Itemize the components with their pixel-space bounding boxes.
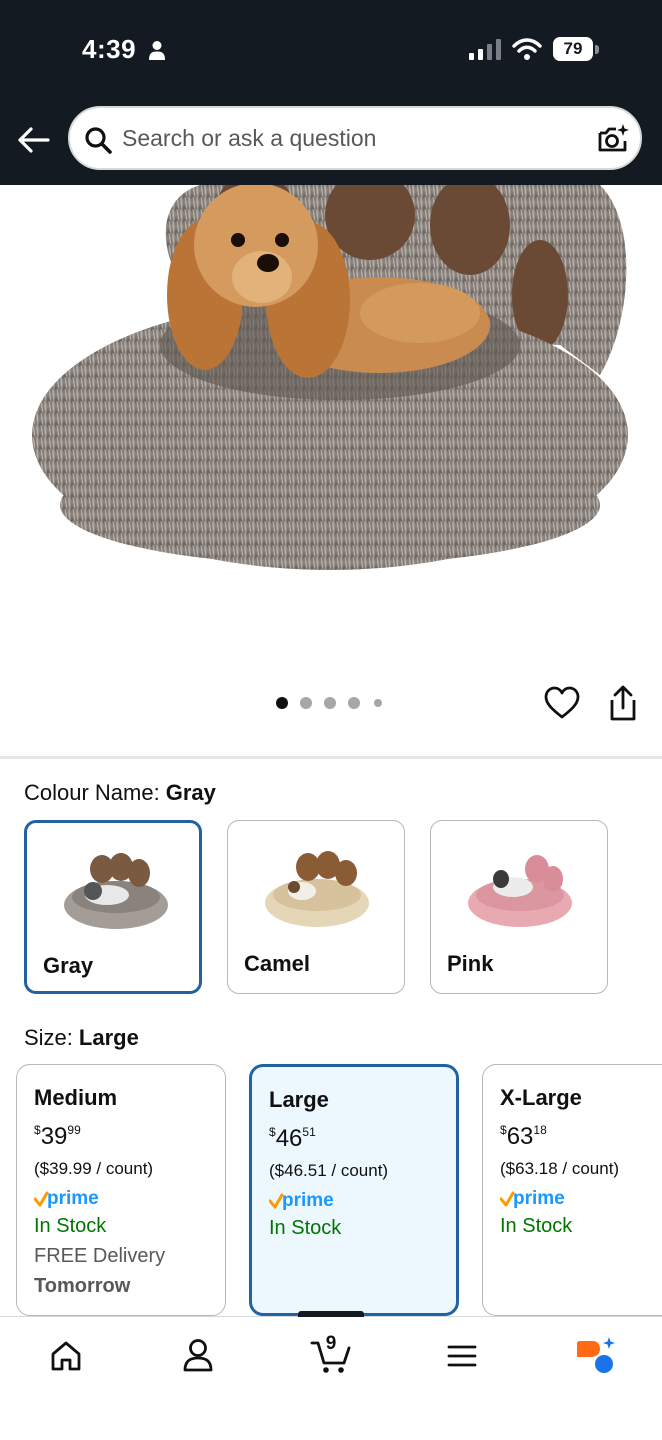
bottom-navigation: 9 — [0, 1311, 662, 1440]
camel-bed-thumbnail — [265, 851, 369, 927]
svg-text:prime: prime — [513, 1188, 565, 1209]
svg-text:prime: prime — [47, 1188, 99, 1209]
delivery-day: Tomorrow — [34, 1275, 131, 1297]
battery-indicator: 79 — [553, 37, 599, 61]
size-option-large[interactable]: Large $4651 ($46.51 / count) prime In St… — [249, 1064, 459, 1316]
prime-logo-icon: prime — [34, 1188, 99, 1209]
carousel-dot[interactable] — [374, 699, 382, 707]
size-option-price: $4651 — [269, 1125, 316, 1152]
search-input[interactable] — [122, 108, 582, 168]
carousel-dot[interactable] — [348, 697, 360, 709]
top-bar: 4:39 79 — [0, 0, 662, 185]
size-label: Size: Large — [24, 1025, 139, 1050]
cart-count-badge: 9 — [325, 1333, 337, 1354]
nav-rufus[interactable] — [564, 1331, 624, 1381]
prime-logo-icon: prime — [269, 1190, 334, 1211]
home-icon — [51, 1341, 81, 1371]
share-icon[interactable] — [606, 684, 640, 722]
unit-price: ($46.51 / count) — [269, 1161, 389, 1180]
heart-icon[interactable] — [544, 686, 580, 720]
size-option-name: Medium — [34, 1085, 118, 1110]
colour-option-label: Gray — [43, 953, 94, 978]
delivery-text: FREE Delivery — [34, 1245, 166, 1267]
colour-option-label: Pink — [447, 951, 494, 976]
gray-bed-thumbnail — [64, 853, 168, 929]
rufus-assistant-icon — [577, 1337, 615, 1373]
section-divider — [0, 756, 662, 759]
carousel-dot[interactable] — [324, 697, 336, 709]
unit-price: ($63.18 / count) — [500, 1159, 620, 1178]
colour-option-gray[interactable]: Gray — [24, 820, 202, 994]
colour-option-pink[interactable]: Pink — [430, 820, 608, 994]
carousel-dot[interactable] — [276, 697, 288, 709]
image-carousel-dots[interactable] — [276, 697, 386, 711]
wifi-icon — [512, 38, 542, 60]
size-option-price: $3999 — [34, 1123, 81, 1150]
size-option-name: Large — [269, 1087, 329, 1112]
svg-text:prime: prime — [282, 1190, 334, 1211]
menu-icon — [447, 1345, 477, 1367]
size-option-price: $6318 — [500, 1123, 547, 1150]
size-option-name: X-Large — [500, 1085, 582, 1110]
pink-bed-thumbnail — [468, 855, 572, 927]
colour-option-label: Camel — [244, 951, 311, 976]
person-icon — [149, 41, 165, 60]
size-option-x-large[interactable]: X-Large $6318 ($63.18 / count) prime In … — [482, 1064, 662, 1316]
status-time: 4:39 — [82, 34, 137, 64]
nav-home[interactable] — [36, 1331, 96, 1381]
camera-search-icon[interactable] — [596, 122, 630, 156]
search-icon — [85, 127, 112, 154]
search-bar[interactable] — [68, 106, 642, 170]
unit-price: ($39.99 / count) — [34, 1159, 154, 1178]
battery-level: 79 — [563, 39, 583, 58]
dog-bed-photo — [32, 185, 628, 570]
account-icon — [183, 1339, 213, 1372]
prime-logo-icon: prime — [500, 1188, 565, 1209]
colour-label: Colour Name: Gray — [24, 780, 216, 805]
back-arrow-icon[interactable] — [14, 120, 54, 160]
nav-account[interactable] — [168, 1331, 228, 1381]
colour-selected-value: Gray — [165, 780, 216, 805]
nav-menu[interactable] — [432, 1331, 492, 1381]
stock-status: In Stock — [500, 1215, 573, 1237]
size-option-medium[interactable]: Medium $3999 ($39.99 / count) prime In S… — [16, 1064, 226, 1316]
colour-option-camel[interactable]: Camel — [227, 820, 405, 994]
product-image[interactable] — [0, 185, 662, 665]
active-tab-indicator — [298, 1311, 364, 1317]
size-selected-value: Large — [78, 1025, 139, 1050]
stock-status: In Stock — [34, 1215, 107, 1237]
cellular-signal-icon — [469, 39, 501, 60]
stock-status: In Stock — [269, 1217, 342, 1239]
nav-cart[interactable]: 9 — [301, 1331, 361, 1381]
carousel-dot[interactable] — [300, 697, 312, 709]
